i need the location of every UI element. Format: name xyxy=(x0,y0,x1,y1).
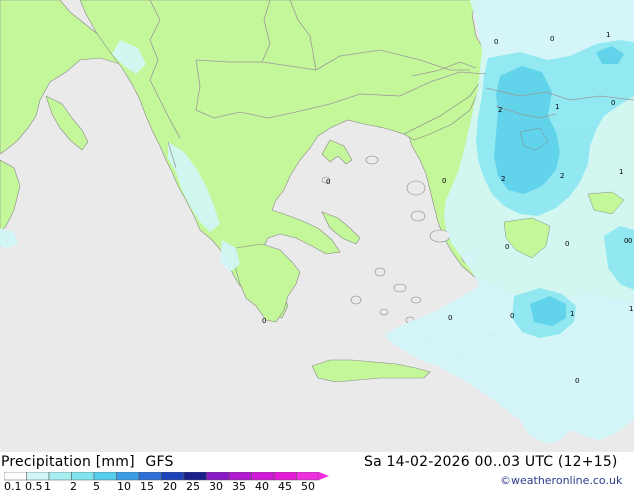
legend-tick-label: 50 xyxy=(301,480,315,493)
legend-color-box xyxy=(206,472,230,481)
value-label: 0 xyxy=(611,99,615,107)
legend-tick-label: 35 xyxy=(232,480,246,493)
value-label: 1 xyxy=(555,103,559,111)
legend-color-box xyxy=(48,472,72,481)
legend-tick-label: 2 xyxy=(70,480,77,493)
value-label: 1 xyxy=(629,305,633,313)
legend-tick-label: 15 xyxy=(140,480,154,493)
value-label: 2 xyxy=(498,106,502,114)
legend-tick-label: 0.5 xyxy=(25,480,43,493)
value-label: 1 xyxy=(606,31,610,39)
value-label: 2 xyxy=(501,175,505,183)
legend-tick-label: 1 xyxy=(44,480,51,493)
legend-color-box xyxy=(93,472,117,481)
value-label: 0 xyxy=(448,314,452,322)
legend-arrow xyxy=(319,472,329,480)
value-label: 2 xyxy=(560,172,564,180)
value-label: 0 xyxy=(550,35,554,43)
value-label: 1 xyxy=(570,310,574,318)
legend-color-box xyxy=(251,472,275,481)
value-label: 0 xyxy=(510,312,514,320)
value-label: 0 xyxy=(505,243,509,251)
value-label: 1 xyxy=(619,168,623,176)
value-label: 0 xyxy=(326,178,330,186)
legend-color-box xyxy=(183,472,207,481)
value-label: 0 xyxy=(565,240,569,248)
legend-tick-label: 40 xyxy=(255,480,269,493)
value-label: 0 xyxy=(575,377,579,385)
legend-tick-label: 45 xyxy=(278,480,292,493)
valid-datetime: Sa 14-02-2026 00..03 UTC (12+15) xyxy=(364,454,618,470)
legend-tick-label: 30 xyxy=(209,480,223,493)
legend-color-box xyxy=(296,472,320,481)
legend-tick-label: 5 xyxy=(93,480,100,493)
legend-tick-label: 20 xyxy=(163,480,177,493)
value-label: 0 xyxy=(494,38,498,46)
legend-tick-label: 25 xyxy=(186,480,200,493)
legend-tick-label: 0.1 xyxy=(4,480,22,493)
value-label: 0 xyxy=(262,317,266,325)
map-title: Precipitation [mm] GFS xyxy=(1,454,174,470)
map-footer: Precipitation [mm] GFS Sa 14-02-2026 00.… xyxy=(0,452,634,493)
legend-color-box xyxy=(161,472,185,481)
product-title: Precipitation [mm] xyxy=(1,454,135,470)
value-label: 0 xyxy=(628,237,632,245)
legend-color-box xyxy=(26,472,50,481)
legend-color-box xyxy=(138,472,162,481)
legend-color-box xyxy=(228,472,252,481)
legend-color-box xyxy=(116,472,140,481)
precipitation-map: 0 0 1 1 2 1 0 0 2 2 1 0 0 0 0 0 0 0 1 0 … xyxy=(0,0,634,452)
legend-color-box xyxy=(71,472,95,481)
value-label: 0 xyxy=(442,177,446,185)
legend-tick-label: 10 xyxy=(117,480,131,493)
model-name: GFS xyxy=(145,454,174,470)
site-credit[interactable]: ©weatheronline.co.uk xyxy=(500,474,622,487)
legend-color-box xyxy=(4,472,27,481)
legend-color-box xyxy=(273,472,297,481)
